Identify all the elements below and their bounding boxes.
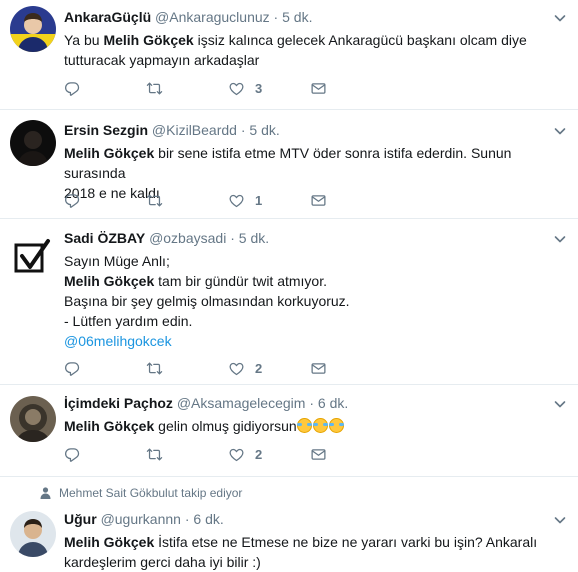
envelope-icon [310,360,327,377]
tweet-header: Ersin Sezgin @KizilBeardd · 5 dk. [64,121,568,139]
retweet-button[interactable] [146,80,228,97]
chevron-down-icon[interactable] [552,231,568,247]
display-name[interactable]: Uğur [64,511,97,527]
heart-icon [228,80,245,97]
heart-icon [228,446,245,463]
direct-message-button[interactable] [310,360,392,377]
reply-button[interactable] [64,360,146,377]
separator-dot: · [184,511,190,527]
reply-button[interactable] [64,446,146,463]
reply-button[interactable] [64,80,146,97]
display-name[interactable]: AnkaraGüçlü [64,9,151,25]
tweet[interactable]: Sadi ÖZBAY @ozbaysadi · 5 dk. Sayın Müge… [0,219,578,385]
user-handle[interactable]: @ozbaysadi [149,230,226,246]
avatar[interactable] [10,6,56,52]
separator-dot: · [309,395,314,411]
reply-icon [64,192,81,209]
context-text[interactable]: Mehmet Sait Gökbulut takip ediyor [59,486,242,500]
retweet-icon [146,80,163,97]
person-icon [40,487,51,499]
mention-bold: Melih Gökçek [103,32,194,48]
tweet[interactable]: Mehmet Sait Gökbulut takip ediyor Uğur @… [0,477,578,572]
tweet-header: AnkaraGüçlü @Ankaraguclunuz · 5 dk. [64,8,568,26]
envelope-icon [310,192,327,209]
user-handle[interactable]: @ugurkannn [101,511,181,527]
envelope-icon [310,80,327,97]
mention-bold: Melih Gökçek [64,273,155,289]
like-button[interactable]: 3 [228,80,310,97]
heart-icon [228,192,245,209]
chevron-down-icon[interactable] [552,512,568,528]
mention-bold: Melih Gökçek [64,534,155,550]
tweet-actions: 2 [64,358,392,378]
heart-icon [228,360,245,377]
laughing-emoji-icon [296,418,312,433]
tweet-header: Uğur @ugurkannn · 6 dk. [64,510,568,528]
avatar[interactable] [10,511,56,557]
tweet[interactable]: İçimdeki Paçhoz @Aksamagelecegim · 6 dk.… [0,385,578,477]
chevron-down-icon[interactable] [552,396,568,412]
direct-message-button[interactable] [310,80,392,97]
like-button[interactable]: 2 [228,360,310,377]
laughing-emoji-icon [328,418,344,433]
chevron-down-icon[interactable] [552,123,568,139]
envelope-icon [310,446,327,463]
avatar[interactable] [10,396,56,442]
user-handle[interactable]: @Ankaraguclunuz [155,9,270,25]
mention-bold: Melih Gökçek [64,145,155,161]
like-count: 3 [255,80,263,96]
avatar[interactable] [10,120,56,166]
display-name[interactable]: İçimdeki Paçhoz [64,395,173,411]
mention-bold: Melih Gökçek [64,418,155,434]
tweet-actions: 1 [64,190,392,210]
mention-link[interactable]: @06melihgokcek [64,333,172,349]
separator-dot: · [240,122,246,138]
tweet-text: Melih Gökçek İstifa etse ne Etmese ne bi… [64,534,538,570]
user-handle[interactable]: @KizilBeardd [152,122,237,138]
separator-dot: · [273,9,279,25]
chevron-down-icon[interactable] [552,10,568,26]
reply-icon [64,80,81,97]
like-count: 2 [255,360,263,376]
retweet-button[interactable] [146,192,228,209]
tweet-text: Melih Gökçek gelin olmuş gidiyorsun [64,416,568,436]
display-name[interactable]: Ersin Sezgin [64,122,148,138]
timestamp[interactable]: 6 dk. [193,511,223,527]
retweet-icon [146,360,163,377]
timestamp[interactable]: 5 dk. [239,230,269,246]
direct-message-button[interactable] [310,446,392,463]
like-button[interactable]: 2 [228,446,310,463]
tweet-text: Ya bu Melih Gökçek işsiz kalınca gelecek… [64,32,527,68]
retweet-icon [146,446,163,463]
like-count: 2 [255,446,263,462]
reply-icon [64,446,81,463]
timestamp[interactable]: 6 dk. [318,395,348,411]
timestamp[interactable]: 5 dk. [282,9,312,25]
laughing-emoji-icon [312,418,328,433]
avatar[interactable] [10,235,56,281]
tweet-actions: 3 [64,78,392,98]
separator-dot: · [230,230,235,246]
tweet-header: Sadi ÖZBAY @ozbaysadi · 5 dk. [64,229,568,247]
direct-message-button[interactable] [310,192,392,209]
reply-button[interactable] [64,192,146,209]
like-count: 1 [255,192,263,208]
display-name[interactable]: Sadi ÖZBAY [64,230,145,246]
user-handle[interactable]: @Aksamagelecegim [177,395,306,411]
tweet-actions: 2 [64,444,392,464]
tweet-header: İçimdeki Paçhoz @Aksamagelecegim · 6 dk. [64,394,568,412]
tweet-timeline: AnkaraGüçlü @Ankaraguclunuz · 5 dk. Ya b… [0,0,578,572]
tweet[interactable]: AnkaraGüçlü @Ankaraguclunuz · 5 dk. Ya b… [0,0,578,110]
retweet-icon [146,192,163,209]
reply-icon [64,360,81,377]
tweet-text: Sayın Müge Anlı; Melih Gökçek tam bir gü… [64,253,350,349]
retweet-button[interactable] [146,360,228,377]
like-button[interactable]: 1 [228,192,310,209]
timestamp[interactable]: 5 dk. [249,122,279,138]
tweet[interactable]: Ersin Sezgin @KizilBeardd · 5 dk. Melih … [0,110,578,219]
social-context: Mehmet Sait Gökbulut takip ediyor [40,486,242,500]
retweet-button[interactable] [146,446,228,463]
